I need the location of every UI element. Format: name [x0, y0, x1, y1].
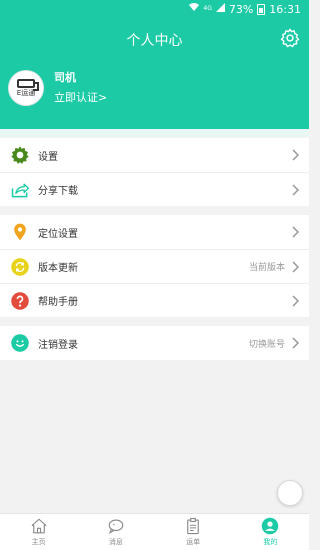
- user-icon: [261, 517, 279, 535]
- gear-icon: [280, 28, 300, 48]
- chevron-right-icon: [291, 337, 301, 349]
- menu-item-help[interactable]: 帮助手册: [0, 283, 309, 317]
- chevron-right-icon: [291, 226, 301, 238]
- menu-item-label: 分享下载: [38, 186, 78, 197]
- settings-button[interactable]: [279, 27, 301, 49]
- clipboard-icon: [184, 517, 202, 535]
- menu-item-logout[interactable]: 注销登录 切换账号: [0, 326, 309, 360]
- message-icon: [107, 517, 125, 535]
- tab-label: 我的: [263, 538, 278, 546]
- tab-home[interactable]: 主页: [0, 514, 77, 550]
- tab-label: 消息: [108, 538, 123, 546]
- tab-label: 运单: [186, 538, 201, 546]
- question-icon: [10, 291, 30, 311]
- menu-item-settings[interactable]: 设置: [0, 138, 309, 172]
- battery-percent: 73%: [228, 2, 254, 16]
- home-icon: [30, 517, 48, 535]
- floating-assist-button[interactable]: [277, 480, 303, 506]
- chevron-right-icon: [291, 294, 301, 307]
- avatar-logo-text: E运通: [16, 89, 36, 97]
- switch-account-text: 切换账号: [248, 339, 285, 350]
- clock: 16:31: [269, 2, 301, 16]
- wifi-icon: [189, 3, 200, 15]
- menu-group-3: 注销登录 切换账号: [0, 326, 309, 360]
- menu-item-version-update[interactable]: 版本更新 当前版本: [0, 249, 309, 283]
- battery-icon: [257, 3, 266, 15]
- tab-label: 主页: [31, 538, 46, 546]
- menu-group-2: 定位设置 版本更新 当前版本 帮助手册: [0, 215, 309, 317]
- signal-icon: [215, 3, 225, 15]
- truck-icon: [17, 79, 39, 91]
- page-title: 个人中心: [126, 33, 183, 49]
- user-name: 司机: [54, 71, 76, 84]
- menu-item-label: 帮助手册: [38, 297, 78, 308]
- tab-mine[interactable]: 我的: [232, 514, 309, 550]
- header-divider: [0, 129, 309, 137]
- chevron-right-icon: [291, 183, 301, 196]
- menu-item-label: 版本更新: [38, 263, 78, 274]
- chevron-right-icon: [291, 149, 301, 161]
- location-pin-icon: [10, 222, 30, 242]
- gear-icon: [10, 145, 30, 165]
- refresh-icon: [10, 257, 30, 277]
- tab-messages[interactable]: 消息: [77, 514, 154, 550]
- menu-item-location[interactable]: 定位设置: [0, 215, 309, 249]
- tab-waybills[interactable]: 运单: [155, 514, 232, 550]
- menu-group-1: 设置 分享下载: [0, 138, 309, 206]
- menu-item-label: 设置: [38, 151, 58, 163]
- verify-link[interactable]: 立即认证>: [54, 89, 107, 105]
- chevron-right-icon: [291, 260, 301, 273]
- network-type: 4G: [203, 5, 212, 12]
- profile-header: 个人中心 E运通 司机 立即认证>: [0, 18, 309, 129]
- menu-item-label: 注销登录: [38, 339, 78, 351]
- share-icon: [10, 180, 30, 200]
- status-bar: 4G 73% 16:31: [0, 0, 309, 18]
- smile-icon: [10, 333, 30, 353]
- menu-item-share[interactable]: 分享下载: [0, 172, 309, 206]
- menu-item-label: 定位设置: [38, 228, 78, 240]
- current-version-text: 当前版本: [248, 263, 285, 273]
- avatar[interactable]: E运通: [8, 70, 44, 106]
- bottom-tab-bar: 主页 消息 运单 我的: [0, 513, 309, 550]
